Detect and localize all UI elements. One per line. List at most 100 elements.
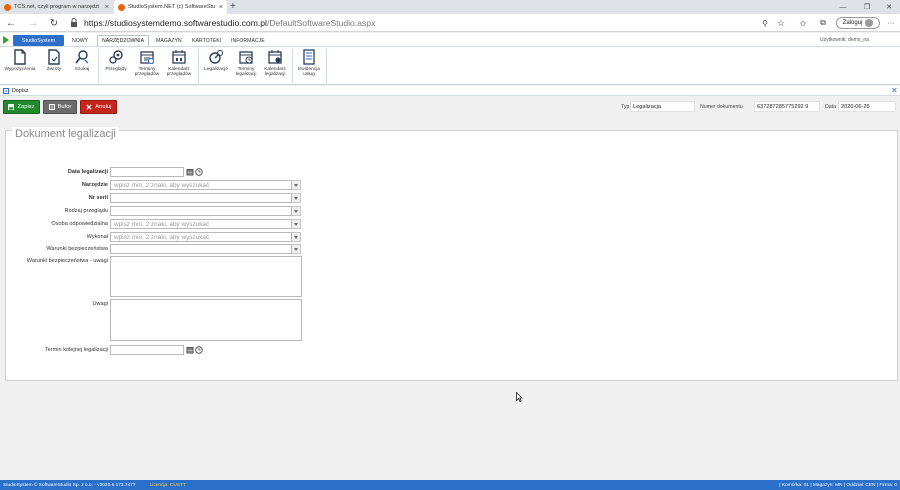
save-label: Zapisz [17, 104, 35, 110]
wypozyczenia-button[interactable]: Wypożyczenia [2, 49, 38, 83]
tab-magazyn[interactable]: MAGAZYN [152, 35, 186, 46]
back-arrow-icon[interactable]: ← [4, 16, 18, 30]
szukaj-button[interactable]: Szukaj [70, 49, 94, 83]
clock-picker-icon[interactable] [194, 345, 203, 355]
browser-tab-tcs[interactable]: TCS.net, czyli program w narzędzi × [0, 0, 113, 14]
login-label: Zaloguj [842, 20, 863, 26]
wykonal-dropdown-icon[interactable] [292, 232, 301, 242]
maximize-window-icon[interactable]: ❐ [856, 0, 878, 14]
url-path: /DefaultSoftwareStudio.aspx [266, 17, 376, 28]
kalendarz-przegladow-button[interactable]: Kalendarz przeglądów [163, 49, 195, 83]
collections-icon[interactable]: ⧉ [816, 16, 830, 30]
more-menu-icon[interactable]: ··· [884, 16, 898, 30]
new-tab-button[interactable]: + [230, 1, 236, 13]
doc-date-label: Data [825, 104, 836, 110]
ribbon-button-label: Legalizacje [203, 67, 228, 72]
zoom-icon[interactable]: ⚲ [758, 16, 772, 30]
ewidencja-uslug-button[interactable]: Ewidencja usług [295, 49, 323, 83]
status-context: | Komórka: 01 | Magazyn: MN | Oddział: C… [779, 482, 897, 488]
clock-picker-icon[interactable] [194, 167, 203, 177]
label-rodzaj-przegladu: Rodzaj przeglądu [64, 208, 108, 214]
ribbon-button-label: Ewidencja usług [298, 67, 320, 78]
mouse-cursor-icon [516, 392, 523, 402]
gears-icon [109, 50, 123, 64]
close-window-icon[interactable]: ✕ [878, 0, 900, 14]
lock-icon [71, 18, 77, 27]
przeglady-button[interactable]: Przeglądy [101, 49, 131, 83]
doc-date-value: 2020-06-26 [838, 101, 896, 112]
app-menu-button[interactable]: StudioSystem [13, 35, 64, 46]
ribbon-button-label: Zwroty [46, 67, 62, 72]
tab-narzedzownia[interactable]: NARZĘDZOWNIA [97, 35, 150, 46]
subheader-bar: Dopisz [0, 86, 900, 96]
label-narzedzie: Narzędzie [81, 182, 108, 188]
label-nr-serii: Nr serii [88, 195, 108, 201]
address-bar[interactable]: https://studiosystemdemo.softwarestudio.… [70, 16, 770, 29]
termin-kolejnej-input[interactable] [110, 345, 184, 355]
ribbon-separator [198, 49, 199, 83]
status-copyright: StudioSystem © SoftwareStudio Sp. z o.o.… [3, 482, 136, 488]
warunki-uwagi-textarea[interactable] [110, 256, 302, 297]
buffer-icon [48, 104, 55, 110]
tab-nowy[interactable]: NOWY [68, 35, 92, 46]
narzedzie-dropdown-icon[interactable] [292, 180, 301, 190]
site-favicon-icon [118, 3, 125, 11]
nr-serii-dropdown-icon[interactable] [292, 193, 301, 203]
browser-tab-studiosystem[interactable]: StudioSystem.NET (c) SoftwareStu × [114, 0, 227, 14]
favorites-bar-icon[interactable]: ✩ [796, 16, 810, 30]
refresh-icon[interactable]: ↻ [47, 16, 61, 30]
cancel-button[interactable]: ✕ Anuluj [80, 100, 117, 114]
user-info: Użytkownik: demo_na [820, 37, 869, 43]
favorite-star-icon[interactable]: ☆ [774, 16, 788, 30]
osoba-odpowiedzialna-dropdown-icon[interactable] [292, 219, 301, 229]
ribbon-button-label: Przeglądy [105, 67, 127, 72]
nr-serii-select[interactable] [110, 193, 292, 203]
warunki-bezpieczenstwa-select[interactable] [110, 244, 292, 254]
url-host: https://studiosystemdemo.softwarestudio.… [84, 17, 267, 28]
minimize-window-icon[interactable]: — [832, 0, 854, 14]
label-data-legalizacji: Data legalizacji [67, 169, 108, 175]
status-license: Licencja: CUSTT [149, 482, 186, 488]
kalendarz-legalizacji-button[interactable]: Kalendarz legalizacji [261, 49, 289, 83]
wykonal-input[interactable]: wpisz min. 2 znaki, aby wyszukać [110, 232, 292, 242]
site-favicon-icon [4, 3, 11, 11]
ribbon-separator [98, 49, 99, 83]
browser-login-button[interactable]: Zaloguj [836, 17, 880, 29]
buffer-button[interactable]: Bufor [43, 100, 77, 114]
form-legend: Dokument legalizacji [12, 127, 119, 141]
zwroty-button[interactable]: Zwroty [42, 49, 66, 83]
calendar-picker-icon[interactable] [185, 345, 194, 355]
rodzaj-przegladu-select[interactable] [110, 206, 292, 216]
warunki-bezpieczenstwa-dropdown-icon[interactable] [292, 244, 301, 254]
browser-tab-title: StudioSystem.NET (c) SoftwareStu [128, 4, 216, 10]
legalizacje-button[interactable]: Legalizacje [201, 49, 231, 83]
document-return-icon [48, 49, 60, 65]
calendar-picker-icon[interactable] [185, 167, 194, 177]
narzedzie-input[interactable]: wpisz min. 2 znaki, aby wyszukać [110, 180, 292, 190]
forward-arrow-icon[interactable]: → [26, 16, 40, 30]
tab-kartoteki[interactable]: KARTOTEKI [188, 35, 225, 46]
ribbon-button-label: Terminy legalizacji [235, 67, 257, 78]
calendar-gear-icon [268, 50, 282, 64]
ribbon-button-label: Wypożyczenia [4, 67, 36, 72]
terminy-legalizacji-button[interactable]: Terminy legalizacji [232, 49, 260, 83]
calendar-icon [172, 50, 186, 64]
doc-number-label: Numer dokumentu [700, 104, 743, 110]
label-warunki-bezpieczenstwa: Warunki bezpieczeństwa [46, 246, 108, 252]
close-panel-icon[interactable]: ✕ [891, 86, 898, 96]
play-icon[interactable] [3, 36, 9, 44]
save-icon [8, 104, 15, 110]
data-legalizacji-input[interactable] [110, 167, 184, 177]
tab-informacje[interactable]: INFORMACJE [227, 35, 269, 46]
osoba-odpowiedzialna-input[interactable]: wpisz min. 2 znaki, aby wyszukać [110, 219, 292, 229]
terminy-przegladow-button[interactable]: Terminy przeglądów [133, 49, 161, 83]
close-tab-icon[interactable]: × [219, 4, 223, 11]
browser-tab-title: TCS.net, czyli program w narzędzi [14, 4, 100, 10]
calendar-list-icon [140, 51, 154, 64]
ribbon-button-label: Terminy przeglądów [134, 67, 160, 78]
save-button[interactable]: Zapisz [3, 100, 40, 114]
rodzaj-przegladu-dropdown-icon[interactable] [292, 206, 301, 216]
doc-type-label: Typ [621, 104, 630, 110]
uwagi-textarea[interactable] [110, 299, 302, 341]
close-tab-icon[interactable]: × [105, 4, 109, 11]
